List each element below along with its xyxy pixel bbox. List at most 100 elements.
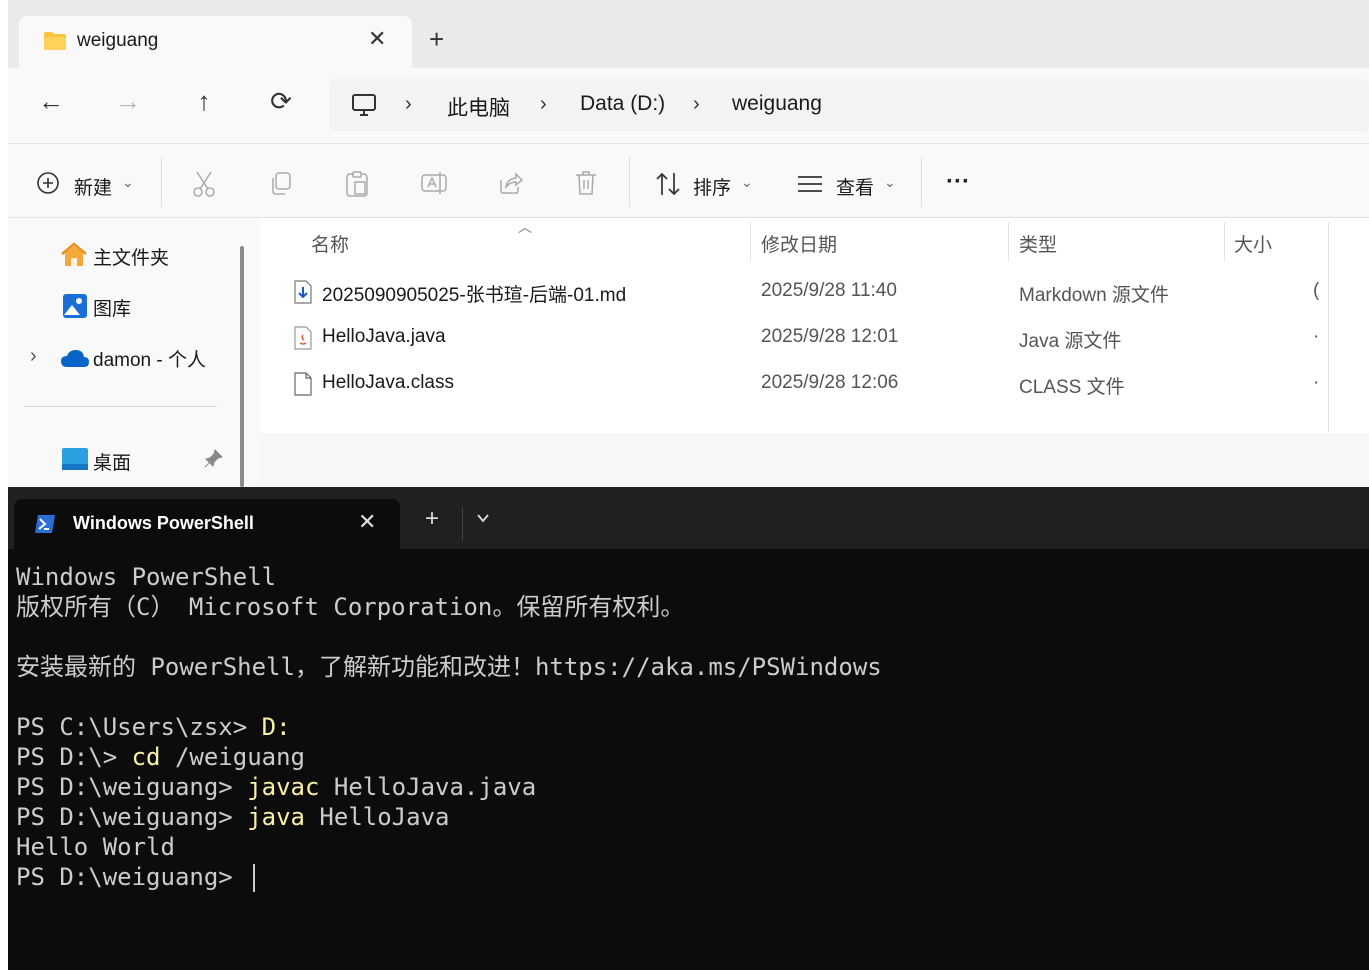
markdown-file-icon [294,280,312,304]
more-options-button[interactable]: ··· [946,168,970,196]
copy-icon[interactable] [268,170,294,196]
column-divider[interactable] [1008,222,1009,262]
terminal-command: javac [247,773,320,801]
terminal-text: PS D:\weiguang> [16,773,248,801]
sort-button[interactable]: 排序 [693,173,731,200]
terminal-line: PS C:\Users\zsx> D: [16,712,882,742]
text-cursor [253,864,256,892]
terminal-text: PS D:\weiguang> [16,803,248,831]
table-row[interactable]: HelloJava.java 2025/9/28 12:01 Java 源文件 … [290,320,1320,358]
sidebar-item-label: 桌面 [93,453,132,474]
home-icon [60,242,88,268]
column-header-date[interactable]: 修改日期 [761,230,837,257]
terminal-text: HelloJava.java [319,773,537,801]
terminal-line: PS D:\weiguang> java HelloJava [16,802,882,832]
terminal-text: PS D:\weiguang> [16,863,248,891]
sidebar-scrollbar[interactable] [240,246,244,487]
column-divider[interactable] [750,222,751,262]
sidebar-divider [24,406,217,407]
address-bar[interactable]: › 此电脑 › Data (D:) › weiguang [329,79,1369,131]
terminal-text: 安装最新的 PowerShell，了解新功能和改进！https://aka.ms… [16,653,882,681]
forward-arrow-icon[interactable]: → [108,86,148,117]
new-terminal-tab-button[interactable]: + [425,505,439,533]
java-file-icon [294,326,312,350]
terminal-command: D: [261,713,291,741]
terminal-output[interactable]: Windows PowerShell 版权所有（C） Microsoft Corp… [16,562,882,892]
computer-icon[interactable] [351,92,377,118]
command-divider [161,157,162,207]
chevron-down-icon[interactable]: ⌄ [122,174,134,191]
terminal-text: Windows PowerShell [16,563,277,591]
sidebar-item-label: 图库 [93,299,132,320]
explorer-tab-bar: weiguang ✕ + [8,0,1369,68]
terminal-line: 安装最新的 PowerShell，了解新功能和改进！https://aka.ms… [16,652,882,682]
terminal-tab-title: Windows PowerShell [73,513,254,533]
terminal-text: PS C:\Users\zsx> [16,713,262,741]
terminal-text: 版权所有（C） Microsoft Corporation。保留所有权利。 [16,593,685,621]
sort-icon[interactable] [654,171,682,197]
powershell-icon [34,514,56,534]
command-divider [921,157,922,207]
terminal-text: PS D:\> [16,743,132,771]
breadcrumb-this-pc[interactable]: 此电脑 [447,92,510,122]
file-date: 2025/9/28 11:40 [761,280,897,301]
view-button[interactable]: 查看 [836,173,874,200]
chevron-down-icon[interactable]: ⌄ [741,174,753,191]
breadcrumb-separator-icon[interactable]: › [693,93,700,116]
delete-icon[interactable] [574,170,598,196]
command-bar: 新建 ⌄ 排序 ⌄ 查看 ⌄ ··· [8,143,1369,218]
explorer-tab[interactable]: weiguang ✕ [19,16,412,68]
column-divider[interactable] [1224,222,1225,262]
desktop-icon [62,448,88,470]
refresh-icon[interactable]: ⟳ [261,86,301,117]
terminal-tab[interactable]: Windows PowerShell ✕ [14,499,400,549]
close-tab-icon[interactable]: ✕ [358,509,376,535]
gallery-icon [62,293,88,319]
tab-bar-divider [462,507,463,541]
chevron-down-icon[interactable]: ⌄ [884,174,896,191]
terminal-text: /weiguang [160,743,305,771]
command-divider [629,157,630,207]
terminal-text: Hello World [16,833,175,861]
table-row[interactable]: HelloJava.class 2025/9/28 12:06 CLASS 文件… [290,366,1320,404]
column-header-name[interactable]: 名称 [311,230,349,257]
file-type: CLASS 文件 [1019,377,1125,398]
view-list-icon[interactable] [796,174,824,194]
file-name: HelloJava.java [322,326,446,347]
navigation-bar: ← → ↑ ⟳ › 此电脑 › Data (D:) › weiguang [8,68,1369,143]
paste-icon[interactable] [344,170,370,198]
column-header-size[interactable]: 大小 [1234,230,1272,257]
column-divider[interactable] [1328,222,1329,432]
breadcrumb-separator-icon[interactable]: › [405,93,412,116]
close-tab-icon[interactable]: ✕ [368,26,386,52]
breadcrumb-separator-icon[interactable]: › [540,93,547,116]
file-list-empty-area[interactable] [260,433,1369,487]
file-size: · [1313,372,1320,393]
chevron-down-icon[interactable] [476,511,490,525]
terminal-text: HelloJava [304,803,450,831]
file-type: Java 源文件 [1019,331,1122,352]
cut-icon[interactable] [191,170,217,198]
pin-icon[interactable] [204,448,224,468]
file-date: 2025/9/28 12:01 [761,326,899,347]
file-icon [294,372,312,396]
breadcrumb-data-drive[interactable]: Data (D:) [580,92,665,116]
new-button[interactable]: 新建 [74,173,112,200]
new-tab-button[interactable]: + [429,24,444,55]
file-name: 2025090905025-张书瑄-后端-01.md [322,285,627,306]
terminal-command: cd [131,743,161,771]
share-icon[interactable] [497,170,523,196]
breadcrumb-weiguang[interactable]: weiguang [732,92,822,116]
add-circle-icon[interactable] [36,171,60,195]
back-arrow-icon[interactable]: ← [31,86,71,117]
file-size: ( [1313,280,1320,301]
column-header-type[interactable]: 类型 [1019,230,1057,257]
sidebar-item-label: damon - 个人 [93,350,206,371]
file-date: 2025/9/28 12:06 [761,372,899,393]
rename-icon[interactable] [420,170,448,196]
expand-chevron-icon[interactable]: › [30,345,37,368]
up-arrow-icon[interactable]: ↑ [184,86,224,117]
table-row[interactable]: 2025090905025-张书瑄-后端-01.md 2025/9/28 11:… [290,274,1320,312]
explorer-tab-title: weiguang [77,30,159,51]
